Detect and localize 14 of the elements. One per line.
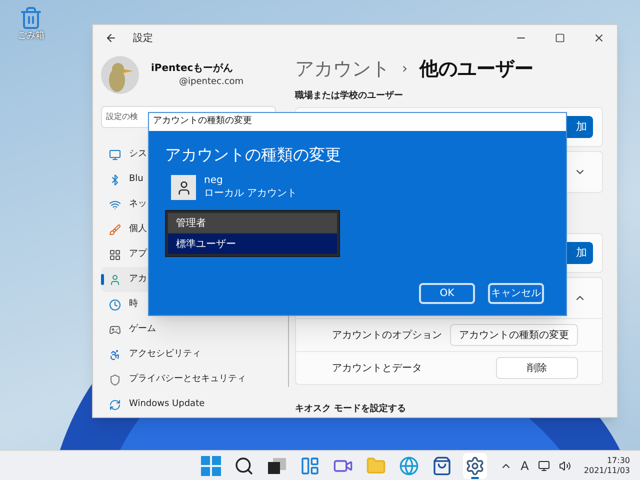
option-label: アカウントとデータ: [332, 362, 422, 376]
section-label: 職場または学校のユーザー: [295, 90, 404, 102]
section-label: キオスク モードを設定する: [295, 403, 408, 416]
user-name: neg: [204, 175, 224, 188]
window-title: 設定: [133, 32, 153, 46]
profile-name: iPentecもーがん: [151, 62, 234, 76]
option-label: アカウントのオプション: [332, 328, 442, 342]
breadcrumb-separator: ›: [402, 60, 408, 79]
desktop-icon-label: ごみ箱: [18, 30, 44, 43]
dialog-title: アカウントの種類の変更: [153, 115, 252, 128]
dialog-heading: アカウントの種類の変更: [165, 144, 342, 166]
profile-email: @ipentec.com: [178, 76, 244, 89]
page-title: 他のユーザー: [420, 57, 534, 82]
account-type: ローカル アカウント: [204, 188, 298, 200]
